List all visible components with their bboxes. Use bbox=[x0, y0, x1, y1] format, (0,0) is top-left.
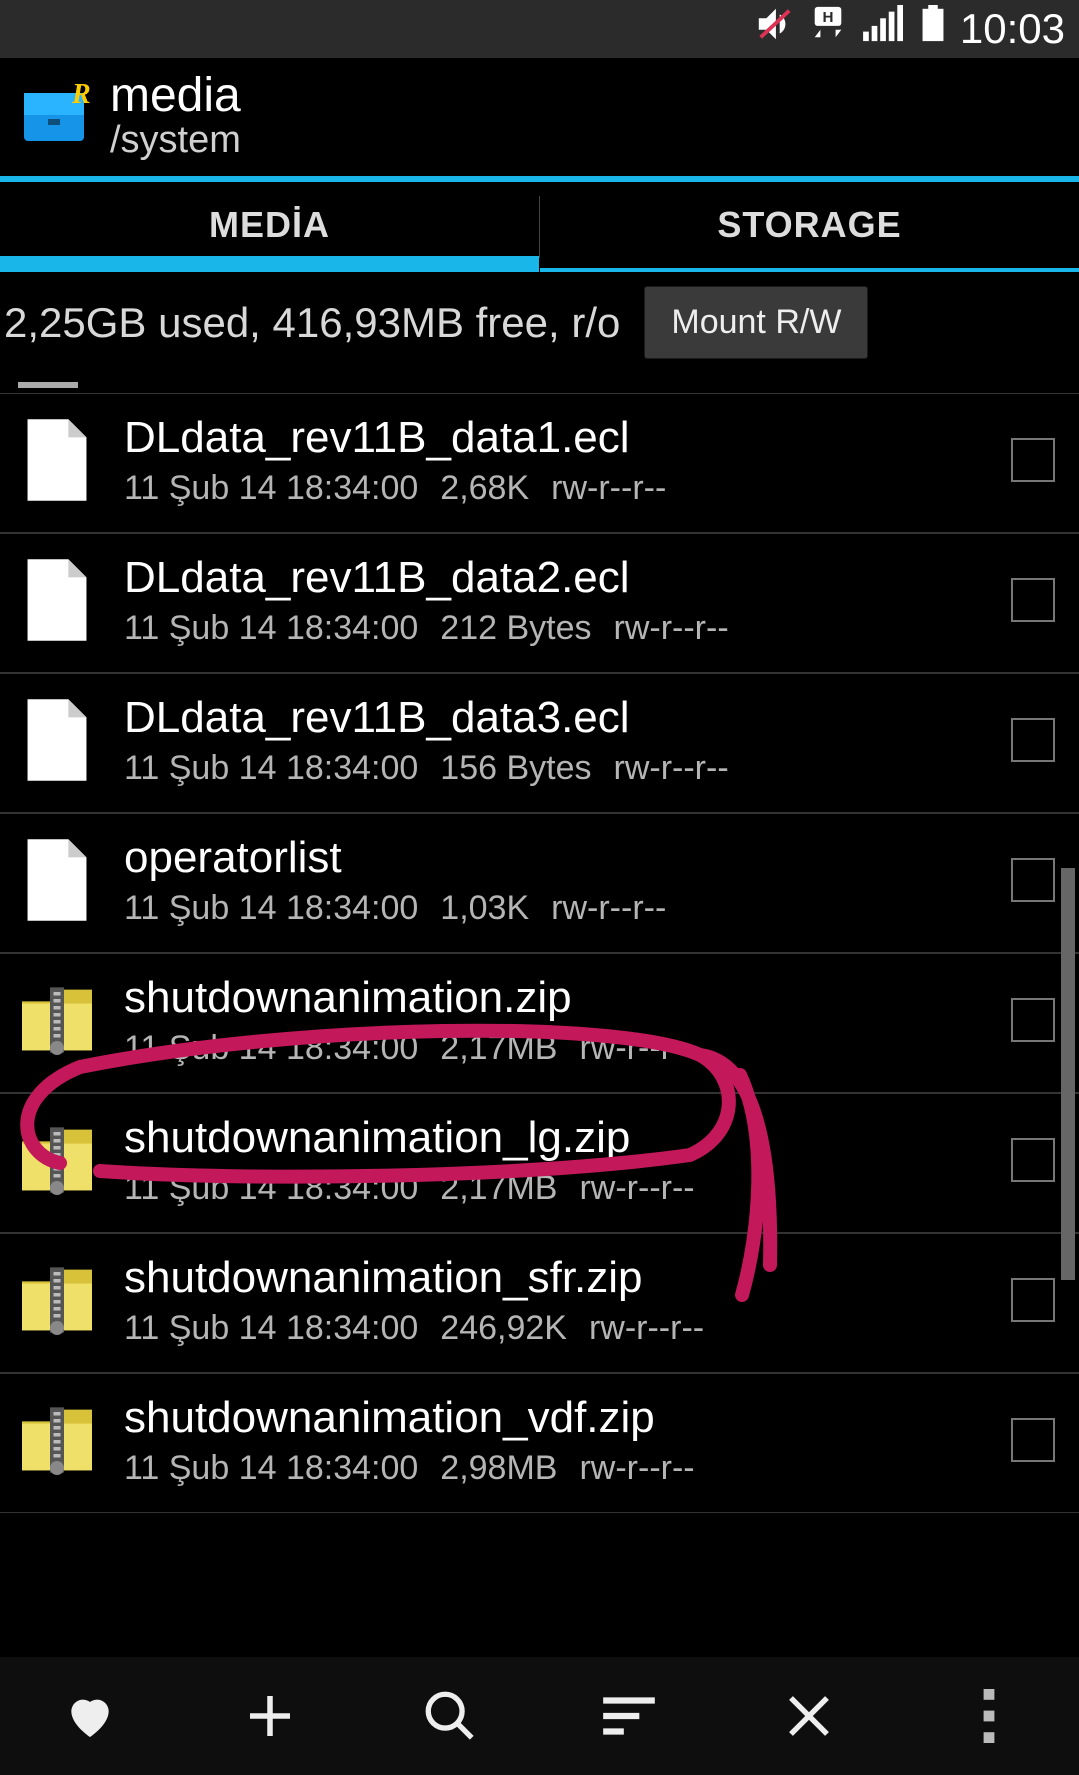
file-meta: 11 Şub 14 18:34:001,03Krw-r--r-- bbox=[124, 889, 989, 928]
tab-media[interactable]: MEDİA bbox=[0, 182, 539, 272]
file-icon bbox=[12, 415, 102, 505]
overflow-menu-button[interactable] bbox=[899, 1657, 1079, 1775]
storage-info-bar: 2,25GB used, 416,93MB free, r/o Mount R/… bbox=[0, 272, 1079, 377]
file-icon bbox=[12, 835, 102, 925]
file-name: DLdata_rev11B_data2.ecl bbox=[124, 553, 989, 603]
file-row[interactable]: shutdownanimation_sfr.zip 11 Şub 14 18:3… bbox=[0, 1233, 1079, 1373]
breadcrumb[interactable]: /system bbox=[110, 119, 241, 162]
file-name: DLdata_rev11B_data1.ecl bbox=[124, 413, 989, 463]
status-bar: H 10:03 bbox=[0, 0, 1079, 58]
row-checkbox[interactable] bbox=[1011, 438, 1055, 482]
app-icon: R bbox=[18, 79, 90, 151]
row-checkbox[interactable] bbox=[1011, 998, 1055, 1042]
clock-text: 10:03 bbox=[960, 5, 1065, 53]
file-name: shutdownanimation_vdf.zip bbox=[124, 1393, 989, 1443]
file-row[interactable]: shutdownanimation.zip 11 Şub 14 18:34:00… bbox=[0, 953, 1079, 1093]
row-checkbox[interactable] bbox=[1011, 1278, 1055, 1322]
file-meta: 11 Şub 14 18:34:002,98MBrw-r--r-- bbox=[124, 1449, 989, 1488]
file-meta: 11 Şub 14 18:34:002,68Krw-r--r-- bbox=[124, 469, 989, 508]
search-button[interactable] bbox=[360, 1657, 540, 1775]
app-header: R media /system bbox=[0, 58, 1079, 176]
page-title: media bbox=[110, 68, 241, 123]
tab-bar: MEDİA STORAGE bbox=[0, 182, 1079, 272]
file-row[interactable]: shutdownanimation_lg.zip 11 Şub 14 18:34… bbox=[0, 1093, 1079, 1233]
zip-icon bbox=[12, 1115, 102, 1205]
storage-summary: 2,25GB used, 416,93MB free, r/o bbox=[4, 299, 620, 347]
file-name: shutdownanimation_lg.zip bbox=[124, 1113, 989, 1163]
scrollbar-thumb[interactable] bbox=[1061, 868, 1075, 1280]
signal-icon bbox=[862, 5, 906, 53]
file-name: shutdownanimation.zip bbox=[124, 973, 989, 1023]
tab-storage[interactable]: STORAGE bbox=[540, 182, 1079, 272]
file-row[interactable]: DLdata_rev11B_data2.ecl 11 Şub 14 18:34:… bbox=[0, 533, 1079, 673]
file-icon bbox=[12, 555, 102, 645]
file-list[interactable]: DLdata_rev11B_data1.ecl 11 Şub 14 18:34:… bbox=[0, 377, 1079, 1513]
file-name: DLdata_rev11B_data3.ecl bbox=[124, 693, 989, 743]
file-meta: 11 Şub 14 18:34:002,17MBrw-r--r-- bbox=[124, 1029, 989, 1068]
list-scroll-indicator-top bbox=[0, 377, 1079, 393]
zip-icon bbox=[12, 1395, 102, 1485]
row-checkbox[interactable] bbox=[1011, 718, 1055, 762]
mount-rw-button[interactable]: Mount R/W bbox=[644, 286, 868, 359]
file-meta: 11 Şub 14 18:34:00246,92Krw-r--r-- bbox=[124, 1309, 989, 1348]
svg-text:R: R bbox=[71, 79, 90, 110]
file-name: operatorlist bbox=[124, 833, 989, 883]
row-checkbox[interactable] bbox=[1011, 858, 1055, 902]
row-checkbox[interactable] bbox=[1011, 578, 1055, 622]
zip-icon bbox=[12, 975, 102, 1065]
network-h-icon: H bbox=[808, 5, 848, 53]
add-button[interactable] bbox=[180, 1657, 360, 1775]
row-checkbox[interactable] bbox=[1011, 1418, 1055, 1462]
file-row[interactable]: DLdata_rev11B_data3.ecl 11 Şub 14 18:34:… bbox=[0, 673, 1079, 813]
file-row[interactable]: DLdata_rev11B_data1.ecl 11 Şub 14 18:34:… bbox=[0, 393, 1079, 533]
file-name: shutdownanimation_sfr.zip bbox=[124, 1253, 989, 1303]
bottom-toolbar bbox=[0, 1657, 1079, 1775]
file-row[interactable]: shutdownanimation_vdf.zip 11 Şub 14 18:3… bbox=[0, 1373, 1079, 1513]
file-meta: 11 Şub 14 18:34:002,17MBrw-r--r-- bbox=[124, 1169, 989, 1208]
sort-button[interactable] bbox=[539, 1657, 719, 1775]
favorite-button[interactable] bbox=[0, 1657, 180, 1775]
row-checkbox[interactable] bbox=[1011, 1138, 1055, 1182]
file-meta: 11 Şub 14 18:34:00156 Bytesrw-r--r-- bbox=[124, 749, 989, 788]
tab-label: STORAGE bbox=[717, 204, 901, 246]
file-row[interactable]: operatorlist 11 Şub 14 18:34:001,03Krw-r… bbox=[0, 813, 1079, 953]
zip-icon bbox=[12, 1255, 102, 1345]
file-icon bbox=[12, 695, 102, 785]
file-meta: 11 Şub 14 18:34:00212 Bytesrw-r--r-- bbox=[124, 609, 989, 648]
svg-text:H: H bbox=[822, 9, 833, 26]
mute-icon bbox=[754, 5, 794, 53]
tab-label: MEDİA bbox=[209, 204, 330, 246]
close-button[interactable] bbox=[719, 1657, 899, 1775]
battery-icon bbox=[920, 5, 946, 53]
